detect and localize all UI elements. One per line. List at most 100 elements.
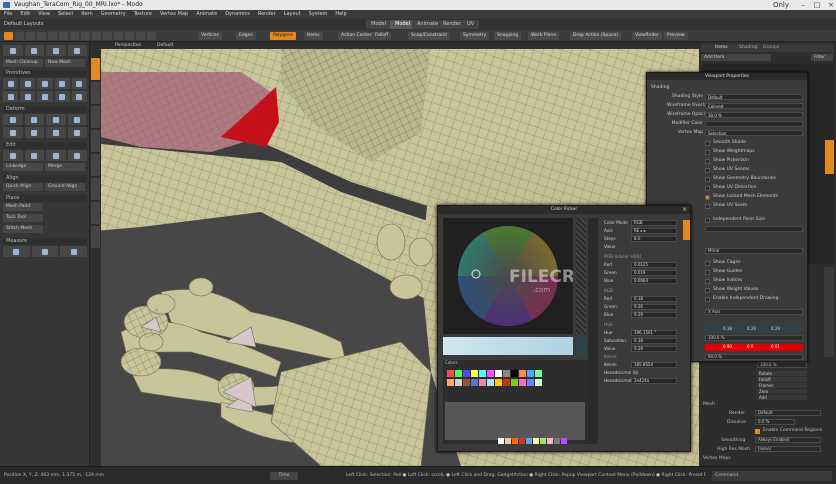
taper-icon[interactable] (46, 114, 66, 125)
layout-tab-model-0[interactable]: Model (366, 20, 392, 29)
tab-particles[interactable] (91, 226, 100, 248)
cube-icon[interactable] (3, 78, 19, 89)
vp-lower-checkbox[interactable] (705, 218, 710, 223)
palette-swatch[interactable] (512, 438, 518, 444)
layout-tab-uv-4[interactable]: UV (462, 20, 480, 29)
color-swatch[interactable] (463, 370, 470, 377)
color-wheel[interactable]: FILECR .com (443, 218, 575, 334)
menu-item[interactable]: Item (77, 10, 96, 19)
color-swatch[interactable] (479, 379, 486, 386)
picker-side-tab[interactable] (683, 220, 690, 240)
shear-icon[interactable] (67, 114, 87, 125)
xaxis-dropdown[interactable]: X Axis (705, 309, 803, 315)
close-icon[interactable]: × (820, 0, 836, 10)
capsule-icon[interactable] (3, 91, 19, 102)
color-swatch[interactable] (479, 370, 486, 377)
plane-icon[interactable] (20, 91, 36, 102)
sphere-icon[interactable] (20, 78, 36, 89)
color-wheel-area[interactable]: FILECR .com (443, 218, 575, 334)
swatch-empty-area[interactable] (445, 402, 585, 440)
mirror-dropdown[interactable]: Mirror (705, 248, 803, 254)
toolbar-snap-constraint[interactable]: Snap/Constraint (408, 32, 451, 40)
vp-checkbox[interactable] (705, 141, 710, 146)
enable-command-regions-checkbox[interactable] (755, 429, 760, 434)
alpha-strip[interactable] (576, 218, 586, 334)
vp-checkbox[interactable] (705, 186, 710, 191)
palette-swatch[interactable] (561, 438, 567, 444)
tab-groups[interactable]: Groups (763, 45, 779, 50)
stitch-mesh-button[interactable]: Stitch Mesh (3, 225, 43, 233)
ground-align-button[interactable]: Ground Align (45, 183, 85, 191)
menu-texture[interactable]: Texture (130, 10, 156, 19)
vp-checkbox[interactable] (705, 195, 710, 200)
tab-polygon[interactable] (91, 130, 100, 152)
toolbar-polygons[interactable]: Polygons (270, 32, 297, 40)
toolbar-tool-icon[interactable] (92, 32, 101, 40)
vp-lower-checkbox[interactable] (705, 297, 710, 302)
palette-swatch[interactable] (526, 438, 532, 444)
vp-lower-checkbox[interactable] (705, 288, 710, 293)
sel-item-falloff[interactable]: Falloff (757, 377, 807, 382)
ruler-icon[interactable] (3, 246, 30, 257)
hsv-value-field[interactable]: 0.29 (631, 346, 677, 352)
menu-animate[interactable]: Animate (192, 10, 221, 19)
toolbar-snapping[interactable]: Snapping (494, 32, 522, 40)
menu-edit[interactable]: Edit (16, 10, 34, 19)
right-scroll-area[interactable] (824, 267, 834, 357)
menu-render[interactable]: Render (254, 10, 280, 19)
palette-swatch[interactable] (519, 438, 525, 444)
picker-scroll[interactable] (588, 218, 598, 444)
twist-icon[interactable] (24, 114, 44, 125)
cylinder-icon[interactable] (37, 78, 53, 89)
percent-field[interactable]: 100.0 % (757, 362, 807, 368)
color-swatch[interactable] (463, 379, 470, 386)
toolbar-tool-icon[interactable] (114, 32, 123, 40)
vp-row-field[interactable]: Selection (705, 130, 803, 136)
color-swatch[interactable] (487, 370, 494, 377)
vp-checkbox[interactable] (705, 159, 710, 164)
palette-swatch[interactable] (533, 438, 539, 444)
bend-icon[interactable] (3, 114, 23, 125)
color-swatch[interactable] (455, 379, 462, 386)
bridge-icon[interactable] (67, 150, 87, 161)
toolbar-tool-icon[interactable] (136, 32, 145, 40)
rgb-red-field[interactable]: 0.18 (631, 296, 677, 302)
rgb-blue-field[interactable]: 0.29 (631, 312, 677, 318)
extrude-tool-icon[interactable] (67, 45, 87, 56)
tab-basic[interactable] (91, 58, 100, 80)
jitter-icon[interactable] (67, 127, 87, 138)
close-icon[interactable]: × (682, 206, 687, 213)
tab-display-orange[interactable] (825, 140, 834, 174)
toolbar-tool-icon[interactable] (4, 32, 13, 40)
color-swatch[interactable] (495, 379, 502, 386)
color-mode-field[interactable]: RGB (631, 220, 677, 226)
vp-row-field[interactable]: 30.0 % (705, 112, 803, 118)
vp-lower-checkbox[interactable] (705, 261, 710, 266)
vp-checkbox[interactable] (705, 150, 710, 155)
perspective-tab[interactable]: Perspective (115, 42, 141, 49)
color-swatch[interactable] (471, 370, 478, 377)
new-mesh-tool-icon[interactable] (24, 45, 44, 56)
color-swatch[interactable] (535, 370, 542, 377)
menu-geometry[interactable]: Geometry (97, 10, 130, 19)
vp-percent-b[interactable]: 90.0 % (705, 354, 803, 360)
measure-box-icon[interactable] (60, 246, 88, 257)
smoothing-dropdown[interactable]: Always Enabled (755, 437, 821, 443)
filter-button[interactable]: Filter (811, 54, 833, 61)
sel-item-add[interactable]: Add (757, 395, 807, 400)
toolbar-work-plane[interactable]: Work Plane (528, 32, 560, 40)
toolbar-tool-icon[interactable] (37, 32, 46, 40)
mesh-cleanup-tool-icon[interactable] (3, 45, 23, 56)
palette-swatch[interactable] (498, 438, 504, 444)
new-mesh-button[interactable]: New Mesh (45, 59, 85, 67)
value-slider[interactable] (443, 337, 573, 355)
color-swatch[interactable] (511, 379, 518, 386)
vp-row-field[interactable] (705, 121, 803, 127)
hsv-hue-field[interactable]: 196.1501 ° (631, 330, 677, 336)
hex-value-field[interactable]: 2e424a (631, 378, 677, 384)
linear-red-field[interactable]: 0.0125 (631, 262, 677, 268)
tube-icon[interactable] (37, 91, 53, 102)
render-dropdown[interactable]: Default (755, 410, 821, 416)
color-swatch[interactable] (503, 379, 510, 386)
color-swatch[interactable] (527, 370, 534, 377)
